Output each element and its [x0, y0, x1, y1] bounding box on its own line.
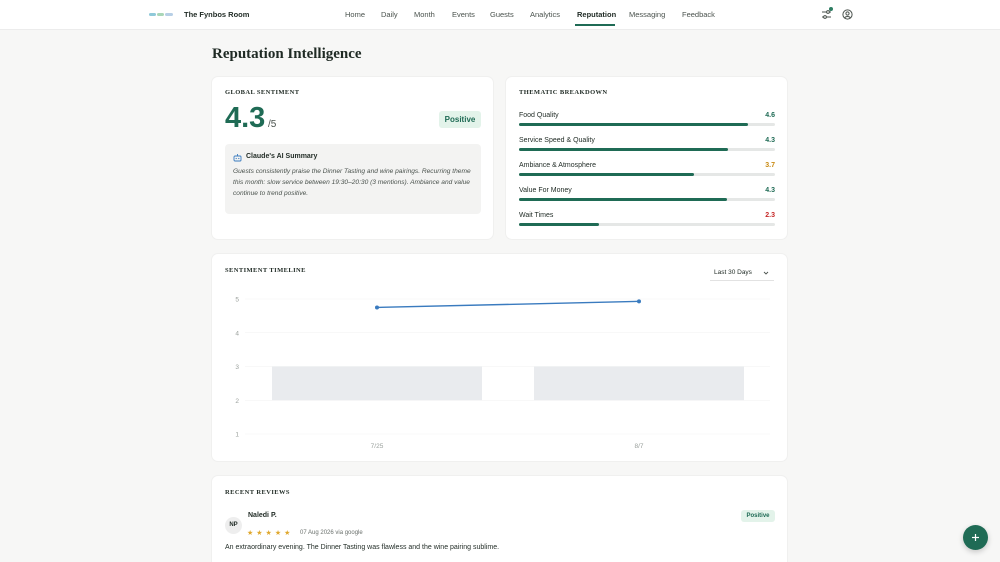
series-line: [376, 300, 640, 309]
theme-row-value-for-money: Value For Money 4.3: [519, 187, 775, 207]
theme-value: 3.7: [765, 162, 775, 169]
restaurant-logo[interactable]: [149, 10, 173, 19]
user-account-icon[interactable]: [842, 9, 853, 20]
sentiment-timeline-heading: Sentiment Timeline: [225, 267, 306, 274]
top-navigation-bar: The Fynbos Room Home Daily Month Events …: [0, 0, 1000, 30]
theme-bar-fill: [519, 173, 695, 176]
nav-guests[interactable]: Guests: [490, 10, 514, 19]
theme-bar-track: [519, 198, 775, 201]
data-point: [637, 299, 641, 304]
reviewer-name[interactable]: Naledi P.: [248, 512, 277, 519]
theme-bar-fill: [519, 123, 749, 126]
global-sentiment-heading: Global Sentiment: [225, 89, 300, 96]
nav-reputation[interactable]: Reputation: [577, 10, 616, 19]
sparkle-plus-icon: [972, 534, 979, 541]
theme-row-ambiance: Ambiance & Atmosphere 3.7: [519, 162, 775, 182]
theme-label: Food Quality: [519, 112, 559, 119]
theme-value: 4.3: [765, 187, 775, 194]
notification-dot: [829, 7, 833, 11]
y-tick-label: 1: [235, 432, 239, 439]
thematic-breakdown-heading: Thematic Breakdown: [519, 89, 608, 96]
theme-bar-fill: [519, 148, 728, 151]
y-tick-label: 2: [235, 398, 239, 405]
nav-month[interactable]: Month: [414, 10, 435, 19]
theme-row-service-speed: Service Speed & Quality 4.3: [519, 137, 775, 157]
nav-feedback[interactable]: Feedback: [682, 10, 715, 19]
theme-bar-fill: [519, 198, 727, 201]
sentiment-score-max: /5: [268, 119, 277, 130]
data-point: [375, 305, 379, 310]
review-text: An extraordinary evening. The Dinner Tas…: [225, 544, 500, 551]
theme-bar-track: [519, 173, 775, 176]
nav-analytics[interactable]: Analytics: [530, 10, 560, 19]
recent-reviews-heading: Recent Reviews: [225, 489, 290, 496]
y-tick-label: 3: [235, 364, 239, 371]
theme-label: Service Speed & Quality: [519, 137, 595, 144]
x-tick-label: 8/7: [634, 443, 643, 450]
y-tick-label: 5: [235, 297, 239, 304]
theme-value: 4.3: [765, 137, 775, 144]
theme-row-wait-times: Wait Times 2.3: [519, 212, 775, 232]
ai-assistant-fab[interactable]: [963, 525, 988, 550]
theme-bar-fill: [519, 223, 600, 226]
chart-band: [272, 366, 482, 401]
robot-icon: [233, 154, 242, 162]
chart-band: [534, 366, 744, 401]
ai-summary-title: Claude's AI Summary: [246, 153, 318, 160]
theme-value: 2.3: [765, 212, 775, 219]
x-tick-label: 7/25: [371, 443, 384, 450]
sentiment-timeline-chart: 1 2 3 4 5 7/25 8/7: [235, 297, 770, 450]
theme-bar-track: [519, 123, 775, 126]
sentiment-status-badge: Positive: [439, 111, 481, 128]
date-range-value: Last 30 Days: [714, 269, 752, 276]
nav-daily[interactable]: Daily: [381, 10, 398, 19]
active-nav-indicator: [575, 24, 615, 26]
nav-home[interactable]: Home: [345, 10, 365, 19]
theme-row-food-quality: Food Quality 4.6: [519, 112, 775, 132]
theme-label: Value For Money: [519, 187, 572, 194]
nav-messaging[interactable]: Messaging: [629, 10, 665, 19]
theme-label: Wait Times: [519, 212, 554, 219]
chevron-down-icon: [763, 271, 769, 275]
theme-bar-track: [519, 223, 775, 226]
nav-events[interactable]: Events: [452, 10, 475, 19]
page-title: Reputation Intelligence: [212, 46, 362, 62]
y-tick-label: 4: [235, 330, 239, 337]
star-rating: ★★★★★: [247, 530, 294, 537]
theme-value: 4.6: [765, 112, 775, 119]
date-range-select[interactable]: Last 30 Days: [710, 266, 774, 281]
review-sentiment-badge: Positive: [741, 510, 775, 522]
venue-name[interactable]: The Fynbos Room: [184, 10, 249, 19]
ai-summary-text: Guests consistently praise the Dinner Ta…: [233, 168, 471, 197]
sentiment-score: 4.3: [225, 102, 266, 134]
theme-bar-track: [519, 148, 775, 151]
theme-label: Ambiance & Atmosphere: [519, 162, 597, 169]
review-meta: 07 Aug 2026 via google: [300, 530, 363, 536]
avatar: NP: [225, 517, 242, 534]
